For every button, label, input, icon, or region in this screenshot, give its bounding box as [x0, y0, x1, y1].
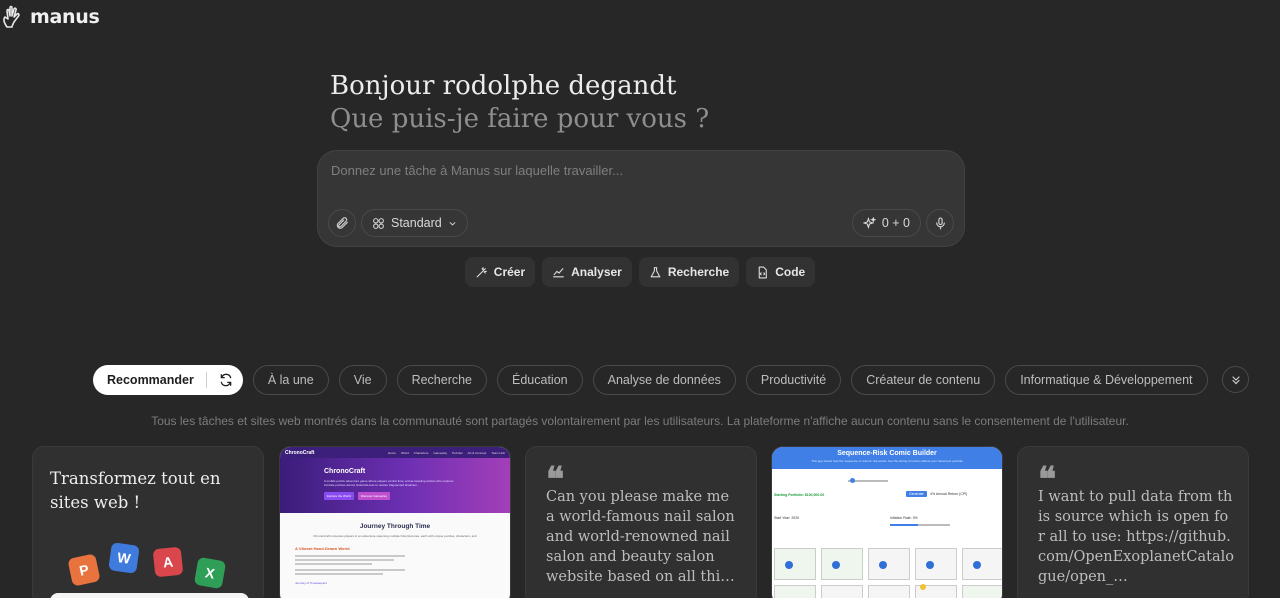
app-stat-return: 4% Annual Return (CPI) — [930, 492, 968, 496]
app-stat-inflation: Inflation Rate: 3% — [890, 516, 918, 520]
research-button[interactable]: Recherche — [638, 257, 740, 287]
brand-name: manus — [30, 6, 100, 28]
app-stat-portfolio: Starting Portfolio: $100,000.00 — [774, 493, 825, 497]
chip-data-analysis[interactable]: Analyse de données — [592, 365, 736, 395]
app-header: Sequence-Risk Comic Builder This app sho… — [772, 447, 1002, 469]
task-composer: Standard 0 + 0 — [317, 150, 965, 247]
prompt-card-nail-salon[interactable]: ❝ Can you please make me a world-famous … — [525, 446, 757, 598]
preview-subtitle: A Vibrant Hand-Drawn World — [295, 546, 350, 551]
promo-card[interactable]: Transformez tout en sites web ! P W A X — [32, 446, 264, 598]
preview-hero-buttons: Explore the World Discover Gameplay — [324, 492, 466, 500]
app-panels-row-1 — [772, 548, 1002, 580]
credits-label: 0 + 0 — [881, 216, 910, 230]
preview-nav: Home World Characters Gameplay Puzzles Art & … — [387, 450, 505, 455]
credits-button[interactable]: 0 + 0 — [851, 209, 921, 237]
preview-hero-text: A mobile puzzle adventure game where pla… — [324, 479, 454, 487]
prompt-card-exoplanet[interactable]: ❝ I want to pull data from this source w… — [1017, 446, 1249, 598]
greeting-subtitle: Que puis-je faire pour vous ? — [330, 104, 710, 134]
chip-life[interactable]: Vie — [338, 365, 387, 395]
community-disclaimer: Tous les tâches et sites web montrés dan… — [151, 414, 1129, 428]
promo-title: Transformez tout en sites web ! — [50, 469, 221, 512]
chevron-down-icon — [449, 221, 456, 226]
flask-icon — [650, 266, 661, 277]
mode-selector[interactable]: Standard — [361, 209, 468, 237]
app-preview-card[interactable]: Sequence-Risk Comic Builder This app sho… — [771, 446, 1003, 598]
preview-section-title: Journey Through Time — [359, 523, 431, 530]
app-generate-button: Generate — [906, 491, 927, 497]
magic-wand-icon — [476, 266, 487, 277]
chart-icon — [553, 267, 565, 277]
app-slider-2-fill — [890, 524, 918, 526]
comic-builder-screenshot: Sequence-Risk Comic Builder This app sho… — [772, 447, 1002, 598]
prompt-text: Can you please make me a world-famous na… — [546, 489, 735, 585]
sparkle-icon — [862, 216, 876, 229]
app-slider-thumb — [850, 478, 855, 483]
mode-label: Standard — [391, 216, 442, 230]
prompt-text: I want to pull data from this source whi… — [1038, 489, 1234, 585]
refresh-icon[interactable] — [219, 373, 233, 387]
expand-filters-button[interactable] — [1222, 366, 1249, 393]
double-chevron-down-icon — [1231, 375, 1240, 384]
preview-hero: ChronoCraft A mobile puzzle adventure ga… — [280, 458, 510, 513]
excel-icon: X — [193, 556, 227, 590]
create-button[interactable]: Créer — [464, 257, 536, 287]
chronocraft-screenshot: ChronoCraft Home World Characters Gameplay P… — [280, 447, 510, 598]
preview-link: Journey of Timekeepers — [295, 581, 328, 585]
preview-navbar: ChronoCraft Home World Characters Gameplay P… — [280, 447, 510, 458]
manus-hand-icon — [3, 5, 20, 28]
preview-section-text: ChronoCraft immerses players in an adven… — [313, 534, 477, 538]
website-preview-card[interactable]: ChronoCraft Home World Characters Gameplay P… — [279, 446, 511, 598]
powerpoint-icon: P — [67, 553, 101, 587]
chip-featured[interactable]: À la une — [252, 365, 329, 395]
brand-logo[interactable]: manus — [0, 5, 100, 29]
category-filters: Recommander À la une Vie Recherche Éduca… — [93, 365, 1208, 395]
preview-text-lines — [295, 555, 405, 575]
chip-it-development[interactable]: Informatique & Développement — [1005, 365, 1208, 395]
recommend-label: Recommander — [107, 373, 194, 387]
code-file-icon — [758, 266, 768, 278]
paperclip-icon — [336, 217, 348, 229]
chip-research[interactable]: Recherche — [396, 365, 488, 395]
analyze-button[interactable]: Analyser — [542, 257, 632, 287]
app-title: Sequence-Risk Comic Builder — [837, 450, 937, 457]
research-label: Recherche — [667, 265, 730, 279]
create-label: Créer — [493, 265, 526, 279]
preview-hero-title: ChronoCraft — [324, 468, 366, 475]
chip-education[interactable]: Éducation — [497, 365, 583, 395]
agent-mode-icon — [373, 217, 384, 229]
acrobat-icon: A — [152, 546, 184, 578]
code-button[interactable]: Code — [746, 257, 816, 287]
greeting-title: Bonjour rodolphe degandt — [330, 71, 677, 101]
app-year: Start Year: 2020 — [774, 516, 800, 520]
app-panels-row-2 — [772, 584, 1002, 598]
chip-content-creator[interactable]: Créateur de contenu — [851, 365, 996, 395]
greeting: Bonjour rodolphe degandt Que puis-je fai… — [330, 70, 709, 136]
recommend-chip[interactable]: Recommander — [93, 365, 243, 395]
task-input[interactable] — [331, 163, 931, 178]
quick-actions: Créer Analyser Recherche Code — [0, 257, 1280, 287]
preview-site-name: ChronoCraft — [285, 449, 315, 456]
attach-button[interactable] — [328, 209, 356, 237]
word-icon: W — [108, 542, 140, 574]
analyze-label: Analyser — [571, 265, 622, 279]
app-subtitle: This app shows how the 'sequence of retu… — [811, 459, 963, 463]
microphone-icon — [935, 216, 945, 230]
voice-input-button[interactable] — [926, 209, 954, 237]
code-label: Code — [775, 265, 806, 279]
website-preview — [50, 593, 249, 598]
divider — [205, 372, 207, 388]
chip-productivity[interactable]: Productivité — [745, 365, 842, 395]
